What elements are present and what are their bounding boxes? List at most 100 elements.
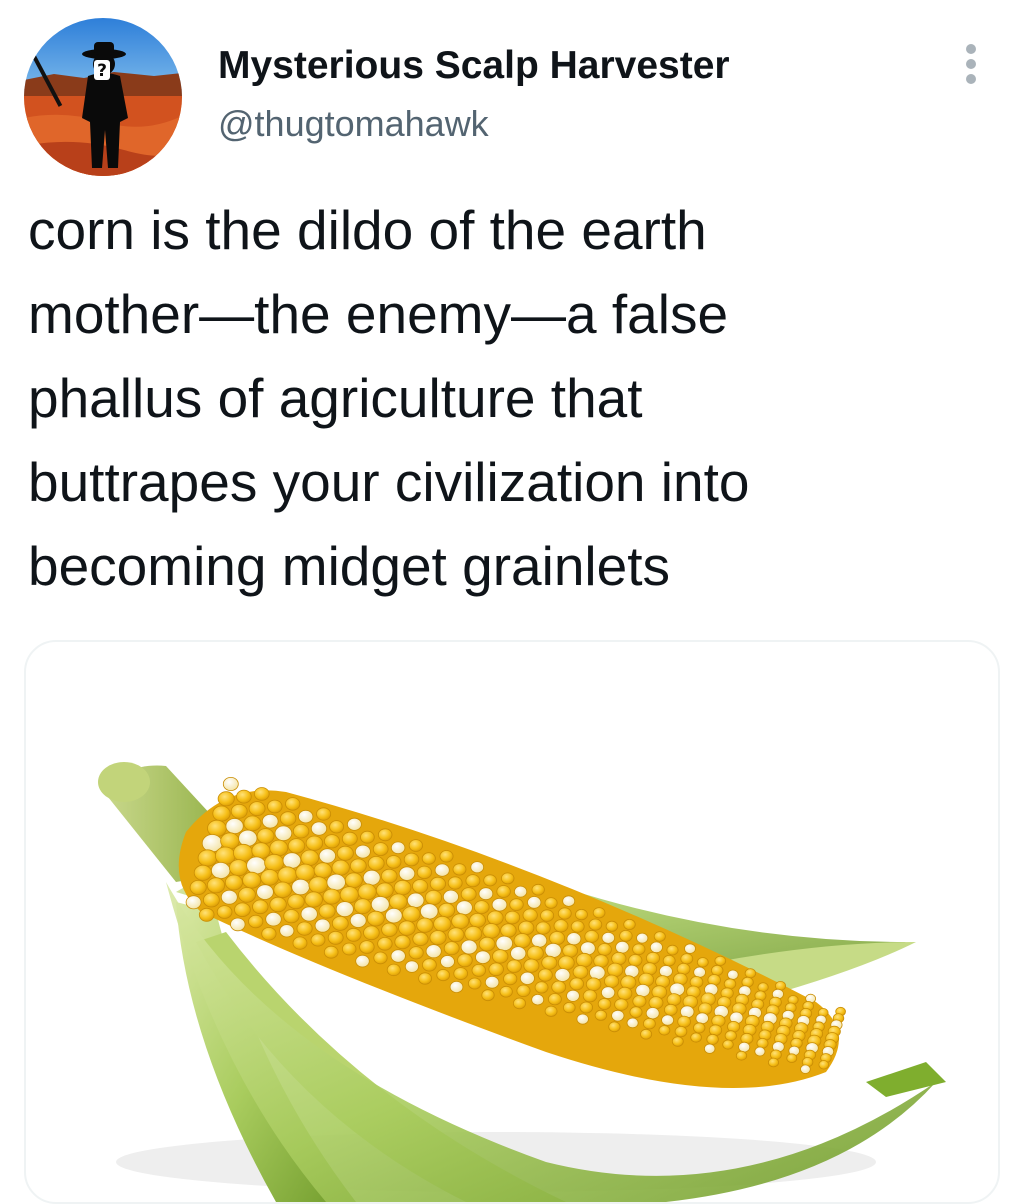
author-display-name[interactable]: Mysterious Scalp Harvester (218, 40, 730, 92)
corn-kernel (632, 995, 647, 1008)
corn-kernel (535, 921, 551, 935)
author-avatar[interactable]: ? (24, 18, 182, 176)
corn-kernel (453, 967, 469, 981)
corn-kernel (386, 963, 401, 977)
corn-kernel (318, 848, 336, 864)
corn-kernel (254, 787, 270, 801)
corn-kernel (513, 933, 531, 949)
corn-kernel (527, 896, 542, 909)
corn-kernel (202, 892, 220, 908)
corn-kernel (531, 994, 545, 1006)
corn-kernel (416, 865, 432, 880)
corn-kernel (708, 1024, 723, 1037)
corn-kernel (267, 799, 283, 814)
corn-kernel (279, 924, 295, 938)
corn-kernel (594, 1009, 608, 1021)
corn-kernel (541, 955, 558, 970)
corn-kernel (429, 876, 446, 891)
corn-kernel (236, 789, 252, 804)
author-handle[interactable]: @thugtomahawk (218, 100, 730, 148)
corn-kernel (457, 953, 473, 968)
corn-kernel (230, 803, 248, 819)
corn-kernel (553, 919, 569, 933)
corn-kernel (449, 980, 464, 993)
corn-kernel (217, 791, 235, 807)
corn-kernel (562, 1001, 576, 1014)
corn-kernel (608, 1021, 621, 1033)
corn-kernel (714, 955, 727, 966)
corn-kernel (643, 1018, 656, 1030)
corn-kernel (648, 996, 664, 1010)
corn-kernel (488, 962, 504, 977)
corn-kernel (597, 998, 612, 1010)
corn-kernel (222, 776, 239, 791)
corn-kernel (386, 855, 402, 869)
corn-kernel (540, 909, 555, 922)
corn-kernel (516, 984, 531, 998)
corn-kernel (603, 974, 620, 989)
corn-kernel (632, 943, 646, 956)
corn-kernel (403, 852, 420, 867)
corn-kernel (600, 986, 616, 999)
corn-kernel (193, 864, 212, 881)
svg-text:?: ? (97, 61, 107, 81)
corn-kernel (420, 903, 439, 920)
corn-kernel (605, 920, 619, 932)
corn-kernel (277, 866, 298, 885)
corn-kernel (468, 977, 482, 990)
corn-kernel (185, 895, 202, 910)
corn-kernel (629, 1006, 643, 1018)
corn-kernel (470, 861, 485, 874)
corn-kernel (483, 874, 497, 887)
corn-kernel (322, 888, 341, 905)
corn-kernel (531, 883, 545, 896)
corn-kernel (469, 912, 486, 928)
corn-kernel (373, 951, 388, 965)
corn-kernel (438, 902, 456, 918)
corn-kernel (615, 940, 630, 954)
corn-kernel (447, 927, 465, 943)
tweet: ? Mysterious Scalp Harvester @thugtomaha… (0, 0, 1020, 1204)
vertical-ellipsis-icon (966, 44, 976, 54)
corn-kernel (234, 902, 251, 918)
corn-kernel (225, 818, 244, 835)
corn-kernel (554, 968, 571, 982)
corn-kernel (538, 968, 553, 982)
corn-kernel (256, 884, 274, 900)
corn-kernel (735, 1050, 748, 1061)
corn-kernel (628, 954, 643, 967)
corn-kernel (756, 1037, 769, 1049)
corn-kernel (345, 927, 362, 942)
corn-kernel (326, 873, 346, 891)
corn-kernel (390, 949, 406, 963)
corn-kernel (360, 830, 375, 844)
corn-kernel (292, 823, 310, 839)
corn-kernel (693, 966, 706, 978)
corn-kernel (292, 936, 308, 950)
corn-kernel (189, 879, 207, 895)
corn-kernel (370, 896, 390, 913)
corn-cob-image (98, 762, 946, 1202)
corn-kernel (601, 931, 616, 944)
more-options-button[interactable] (950, 40, 994, 88)
corn-kernel (549, 931, 566, 946)
corn-kernel (243, 815, 262, 832)
corn-kernel (460, 939, 478, 955)
corn-kernel (349, 858, 367, 874)
corn-kernel (478, 887, 494, 901)
corn-kernel (757, 982, 769, 993)
corn-kernel (220, 889, 238, 905)
corn-kernel (393, 879, 412, 896)
corn-kernel (518, 920, 535, 936)
corn-kernel (355, 954, 370, 968)
corn-kernel (390, 841, 406, 855)
corn-kernel (471, 963, 487, 977)
corn-kernel (519, 971, 535, 985)
corn-kernel (473, 900, 490, 915)
tweet-media-card[interactable] (24, 640, 1000, 1204)
corn-kernel (544, 897, 558, 909)
corn-kernel (506, 959, 522, 973)
corn-kernel (424, 890, 443, 906)
corn-kernel (323, 945, 339, 959)
corn-kernel (635, 983, 651, 998)
